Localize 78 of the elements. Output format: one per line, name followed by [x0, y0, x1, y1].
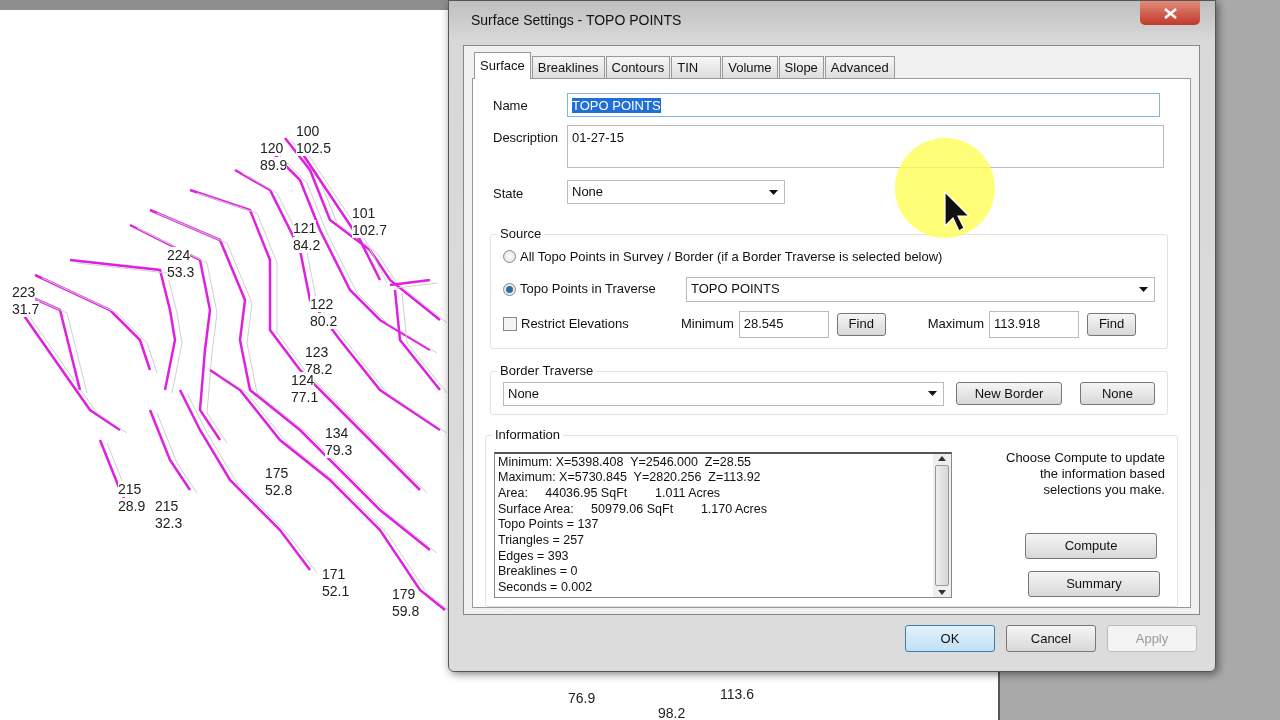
elevation-label: 102.5: [296, 140, 332, 156]
elevation-label: 59.8: [392, 603, 420, 619]
elevation-label: 77.1: [291, 389, 319, 405]
elevation-label: 78.2: [305, 361, 333, 377]
scrollbar[interactable]: [933, 453, 951, 597]
hint-text: Choose Compute to update the information based selections you make.: [1005, 449, 1165, 498]
tab[interactable]: Contours: [605, 56, 671, 78]
point-number: 179: [392, 586, 416, 602]
tab[interactable]: Surface: [474, 52, 531, 79]
radio-label[interactable]: All Topo Points in Survey / Border (if a Border Traverse is selected below): [520, 247, 943, 267]
point-number: 120: [260, 140, 284, 156]
dropdown-arrow-icon: [769, 189, 778, 195]
point-number: 223: [12, 284, 36, 300]
find-button[interactable]: Find: [836, 312, 886, 336]
name-field[interactable]: TOPO POINTS: [567, 93, 1160, 117]
info-button[interactable]: Compute: [1025, 532, 1157, 559]
elevation-label: 32.3: [155, 515, 183, 531]
point-number: 121: [293, 220, 317, 236]
traverse-dropdown[interactable]: TOPO POINTS: [686, 276, 1155, 302]
elevation-label: 53.3: [167, 264, 195, 280]
point-number: 98.2: [658, 705, 686, 720]
point-number: 122: [310, 296, 334, 312]
border-button[interactable]: New Border: [956, 382, 1062, 405]
tab[interactable]: Breaklines: [531, 56, 605, 78]
tab[interactable]: Volume: [722, 56, 778, 78]
field-label: State: [493, 184, 525, 203]
dialog-title: Surface Settings - TOPO POINTS: [470, 10, 682, 30]
scroll-down-icon[interactable]: [938, 589, 946, 595]
dialog-button[interactable]: Cancel: [1006, 625, 1096, 652]
point-number: 134: [325, 425, 349, 441]
elevation-label: 31.7: [12, 301, 40, 317]
tab[interactable]: TIN: [671, 56, 722, 78]
elevation-field[interactable]: 28.545: [738, 310, 829, 338]
elevation-label: 28.9: [118, 498, 146, 514]
point-number: 101: [352, 205, 376, 221]
dropdown-arrow-icon: [1139, 286, 1148, 292]
border-button[interactable]: None: [1080, 382, 1155, 405]
find-button[interactable]: Find: [1087, 312, 1137, 336]
elevation-label: 52.8: [265, 482, 293, 498]
elevation-label: 52.1: [322, 583, 350, 599]
info-button[interactable]: Summary: [1028, 570, 1160, 597]
scroll-up-icon[interactable]: [938, 455, 946, 461]
elevation-label: 89.9: [260, 157, 288, 173]
elevation-label: 80.2: [310, 313, 338, 329]
checkbox-label[interactable]: Restrict Elevations: [521, 314, 681, 334]
state-dropdown[interactable]: None: [567, 180, 785, 204]
point-number: 224: [167, 247, 191, 263]
radio-label[interactable]: Topo Points in Traverse: [520, 279, 686, 299]
field-label: Description: [493, 129, 560, 147]
dropdown-arrow-icon: [928, 391, 937, 396]
checkbox[interactable]: [503, 317, 517, 331]
tab[interactable]: Advanced: [824, 56, 895, 78]
point-number: 124: [291, 372, 315, 388]
point-number: 100: [296, 123, 320, 139]
border-dropdown[interactable]: None: [503, 381, 944, 406]
point-number: 215: [118, 481, 142, 497]
point-number: 76.9: [568, 690, 596, 706]
field-label: Minimum: [681, 315, 734, 334]
radio-button[interactable]: [503, 282, 516, 296]
field-label: Name: [493, 97, 529, 115]
close-icon: [1163, 7, 1177, 19]
elevation-field[interactable]: 113.918: [989, 310, 1080, 338]
tab[interactable]: Slope: [778, 56, 824, 78]
information-text: Minimum: X=5398.408 Y=2546.000 Z=28.55 Maximum: X=5730.845 Y=2820.256 Z=113.92 Area: 44036.95 SqFt 1.011 Acres Surface Area: 50979.06 SqFt 1.170 Acres Topo Points = 137 Triangles = 257 Edges = 393 Breaklines = 0 Seconds = 0.002: [497, 453, 768, 597]
field-label: Maximum: [927, 315, 985, 334]
scroll-thumb[interactable]: [935, 464, 949, 586]
close-button[interactable]: [1140, 1, 1200, 25]
elevation-label: 79.3: [325, 442, 353, 458]
elevation-label: 84.2: [293, 237, 321, 253]
dialog-button[interactable]: OK: [905, 625, 995, 652]
point-number: 123: [305, 344, 329, 360]
elevation-label: 102.7: [352, 222, 388, 238]
point-number: 113.6: [720, 686, 754, 702]
point-number: 171: [322, 566, 346, 582]
point-number: 215: [155, 498, 179, 514]
description-field[interactable]: 01-27-15: [567, 125, 1164, 168]
radio-button[interactable]: [503, 250, 516, 264]
point-number: 175: [265, 465, 289, 481]
